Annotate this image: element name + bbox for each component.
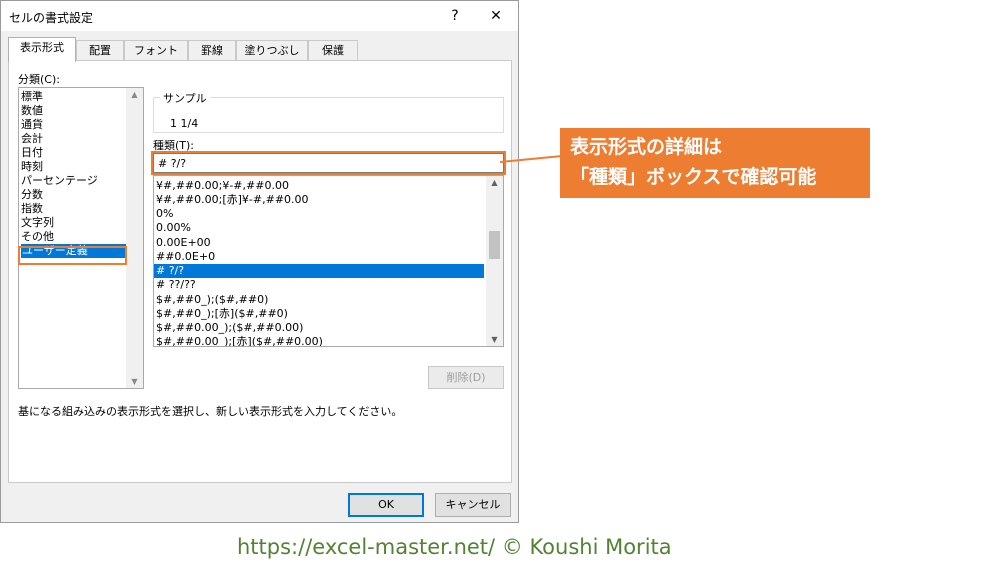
type-item[interactable]: $#,##0_);[赤]($#,##0) — [156, 307, 288, 321]
tab-fill[interactable]: 塗りつぶし — [236, 40, 308, 60]
category-item-special[interactable]: その他 — [21, 230, 54, 244]
type-item[interactable]: 0% — [156, 207, 173, 221]
category-item-number[interactable]: 数値 — [21, 104, 43, 118]
category-item-currency[interactable]: 通貨 — [21, 118, 43, 132]
type-item[interactable]: $#,##0.00_);($#,##0.00) — [156, 321, 303, 335]
type-item[interactable]: $#,##0.00_);[赤]($#,##0.00) — [156, 335, 323, 346]
annotation-callout: 表示形式の詳細は 「種類」ボックスで確認可能 — [560, 128, 870, 198]
callout-line-1: 表示形式の詳細は — [570, 136, 723, 158]
type-item[interactable]: # ??/?? — [156, 278, 196, 292]
category-item-time[interactable]: 時刻 — [21, 160, 43, 174]
title-bar: セルの書式設定 ? ✕ — [1, 1, 518, 31]
category-scrollbar[interactable]: ▲ ▼ — [126, 88, 143, 388]
category-item-date[interactable]: 日付 — [21, 146, 43, 160]
cancel-button[interactable]: キャンセル — [435, 493, 511, 517]
type-item[interactable]: $#,##0_);($#,##0) — [156, 293, 268, 307]
custom-category-highlight — [18, 246, 127, 265]
category-item-general[interactable]: 標準 — [21, 90, 43, 104]
category-item-accounting[interactable]: 会計 — [21, 132, 43, 146]
sample-label: サンプル — [160, 90, 210, 106]
scroll-up-icon[interactable]: ▲ — [126, 90, 143, 99]
tab-number-format[interactable]: 表示形式 — [8, 37, 76, 62]
scroll-down-icon[interactable]: ▼ — [486, 335, 503, 344]
type-item-selected[interactable]: # ?/? — [154, 264, 484, 278]
tab-protection[interactable]: 保護 — [308, 40, 358, 60]
callout-line-2: 「種類」ボックスで確認可能 — [570, 166, 817, 188]
category-listbox[interactable]: 標準 数値 通貨 会計 日付 時刻 パーセンテージ 分数 指数 文字列 その他 … — [18, 87, 144, 389]
tab-font[interactable]: フォント — [124, 40, 188, 60]
dialog-title: セルの書式設定 — [9, 11, 94, 25]
scroll-up-icon[interactable]: ▲ — [486, 178, 503, 187]
tab-border[interactable]: 罫線 — [188, 40, 236, 60]
scroll-thumb[interactable] — [489, 231, 500, 259]
type-scrollbar[interactable]: ▲ ▼ — [486, 176, 503, 346]
type-listbox[interactable]: ¥#,##0.00;¥-#,##0.00 ¥#,##0.00;[赤]¥-#,##… — [153, 175, 504, 347]
callout-connector — [500, 155, 562, 163]
category-item-fraction[interactable]: 分数 — [21, 188, 43, 202]
description-text: 基になる組み込みの表示形式を選択し、新しい表示形式を入力してください。 — [18, 405, 403, 418]
sample-value: 1 1/4 — [170, 117, 199, 130]
type-item[interactable]: 0.00E+00 — [156, 236, 211, 250]
type-item[interactable]: ¥#,##0.00;¥-#,##0.00 — [156, 179, 289, 193]
category-item-scientific[interactable]: 指数 — [21, 202, 43, 216]
category-label: 分類(C): — [18, 73, 60, 86]
close-button[interactable]: ✕ — [478, 3, 514, 29]
number-format-page: 分類(C): 標準 数値 通貨 会計 日付 時刻 パーセンテージ 分数 指数 文… — [8, 60, 512, 483]
delete-button[interactable]: 削除(D) — [428, 366, 504, 389]
scroll-down-icon[interactable]: ▼ — [126, 377, 143, 386]
footer-credit: https://excel-master.net/ © Koushi Morit… — [237, 535, 672, 559]
ok-button[interactable]: OK — [348, 493, 424, 517]
tab-alignment[interactable]: 配置 — [76, 40, 124, 60]
connector-line — [500, 155, 562, 163]
type-item[interactable]: 0.00% — [156, 221, 191, 235]
format-cells-dialog: セルの書式設定 ? ✕ 表示形式 配置 フォント 罫線 塗りつぶし 保護 分類(… — [0, 0, 519, 523]
type-input-highlight — [151, 151, 506, 175]
category-item-text[interactable]: 文字列 — [21, 216, 54, 230]
type-item[interactable]: ##0.0E+0 — [156, 250, 215, 264]
type-item[interactable]: ¥#,##0.00;[赤]¥-#,##0.00 — [156, 193, 309, 207]
help-button[interactable]: ? — [437, 3, 473, 29]
category-item-percentage[interactable]: パーセンテージ — [21, 174, 98, 188]
